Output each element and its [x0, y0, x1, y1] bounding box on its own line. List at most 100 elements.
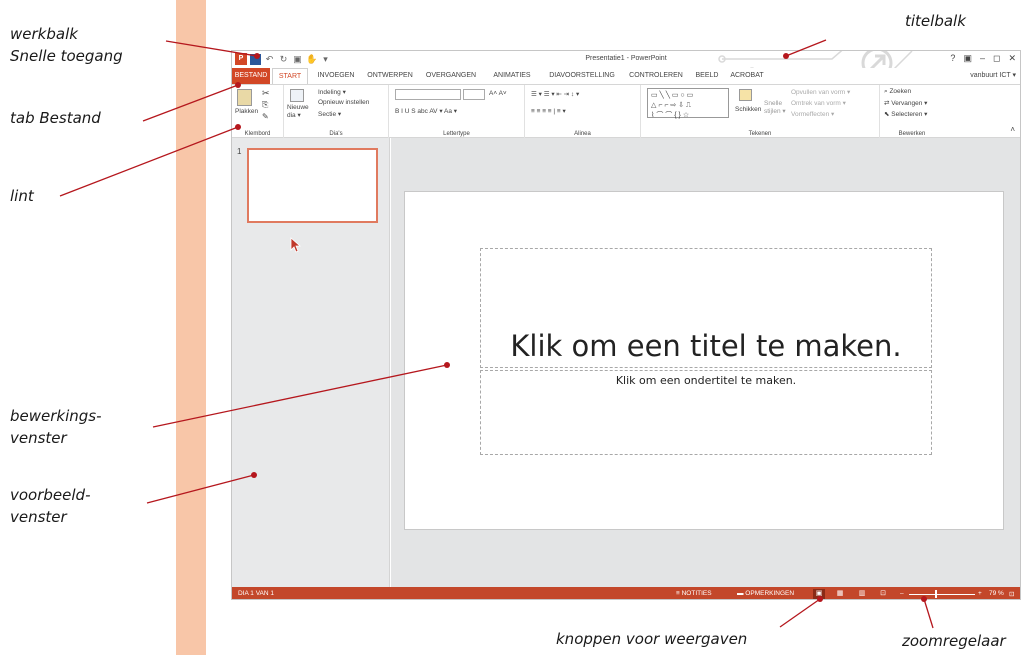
title-placeholder-text: Klik om een titel te maken. — [510, 329, 902, 363]
group-label-alinea: Alinea — [574, 131, 591, 137]
group-label-klembord: Klembord — [244, 131, 271, 137]
marker-werkbalk — [254, 53, 260, 59]
zoeken-button[interactable]: ⌕ Zoeken — [884, 88, 911, 96]
title-placeholder[interactable]: Klik om een titel te maken. — [480, 248, 932, 368]
shapes-gallery[interactable]: ▭ ╲ ╲ ▭ ○ ▭ △ ⌐ ⌐ ⇨ ⇩ ⎍ ⌇ ⌒ ⌒ { } ☆ — [647, 88, 729, 119]
group-label-tekenen: Tekenen — [748, 131, 772, 137]
label-bewerkingsvenster: bewerkings- venster — [10, 407, 102, 447]
tab-diavoorstelling[interactable]: DIAVOORSTELLING — [543, 68, 621, 84]
tab-start[interactable]: START — [272, 68, 308, 84]
label-voorbeeldvenster: voorbeeld- venster — [10, 486, 91, 526]
zoom-level[interactable]: 79 % — [989, 590, 1004, 597]
label-knoppen: knoppen voor weergaven — [556, 630, 748, 648]
window-controls: ? ▣ – ◻ ✕ — [950, 53, 1016, 64]
opnieuw-instellen-button[interactable]: Opnieuw instellen — [318, 99, 369, 106]
slide-number: 1 — [237, 147, 242, 156]
group-lettertype: A˄ A˅ B I U S abc AV ▾ Aa ▾ Lettertype — [389, 85, 525, 138]
zoom-in-icon[interactable]: + — [978, 590, 982, 597]
align-icons[interactable]: ≡ ≡ ≡ ≡ | ≡ ▾ — [531, 107, 566, 115]
new-slide-icon[interactable] — [290, 89, 304, 102]
format-painter-icon[interactable]: ✎ — [262, 112, 269, 121]
ribbon-display-icon[interactable]: ▣ — [963, 53, 972, 64]
slide-sorter-view-icon[interactable]: ▦ — [834, 589, 846, 599]
label-zoomregelaar: zoomregelaar — [902, 632, 1006, 650]
marker-bewerkingsvenster — [444, 362, 450, 368]
minimize-icon[interactable]: – — [980, 53, 985, 64]
tab-controleren[interactable]: CONTROLEREN — [624, 68, 688, 84]
vervangen-label: Vervangen ▾ — [891, 100, 928, 107]
marker-titelbalk — [783, 53, 789, 59]
zoom-slider[interactable] — [909, 594, 975, 595]
font-format-buttons[interactable]: B I U S abc AV ▾ Aa ▾ — [395, 107, 457, 115]
fit-to-window-icon[interactable]: ⊡ — [1009, 590, 1014, 598]
subtitle-placeholder[interactable]: Klik om een ondertitel te maken. — [480, 370, 932, 455]
paste-icon[interactable] — [237, 89, 252, 106]
label-lint: lint — [10, 187, 34, 205]
sectie-button[interactable]: Sectie ▾ — [318, 110, 341, 118]
selecteren-label: Selecteren ▾ — [891, 111, 928, 118]
status-bar: DIA 1 VAN 1 ≡ NOTITIES ▬ OPMERKINGEN ▣ ▦… — [232, 587, 1020, 599]
ribbon: Plakken ✂ ⎘ ✎ Klembord Nieuwe dia ▾ Inde… — [232, 84, 1020, 138]
ribbon-tabs: BESTAND START INVOEGEN ONTWERPEN OVERGAN… — [232, 68, 1020, 84]
selecteren-button[interactable]: ⬉ Selecteren ▾ — [884, 110, 927, 118]
indeling-button[interactable]: Indeling ▾ — [318, 88, 346, 96]
group-tekenen: ▭ ╲ ╲ ▭ ○ ▭ △ ⌐ ⌐ ⇨ ⇩ ⎍ ⌇ ⌒ ⌒ { } ☆ Schi… — [641, 85, 880, 138]
list-bullets-icon[interactable]: ☰ ▾ ☰ ▾ ⇤ ⇥ ↕ ▾ — [531, 90, 579, 98]
mouse-cursor-icon — [290, 237, 302, 253]
group-klembord: Plakken ✂ ⎘ ✎ Klembord — [232, 85, 284, 138]
close-icon[interactable]: ✕ — [1008, 53, 1016, 64]
account-name[interactable]: vanbuurt ICT ▾ — [970, 71, 1016, 79]
slide-info: DIA 1 VAN 1 — [238, 590, 275, 597]
title-bar: P ↶ ↻ ▣ ✋ ▾ Presentatie1 - PowerPoint ? … — [232, 51, 1020, 87]
zoom-slider-thumb[interactable] — [935, 590, 937, 598]
reading-view-icon[interactable]: ▥ — [856, 589, 868, 599]
font-name-input[interactable] — [395, 89, 461, 100]
omtrek-button[interactable]: Omtrek van vorm ▾ — [791, 99, 846, 107]
tab-animaties[interactable]: ANIMATIES — [486, 68, 538, 84]
zoom-out-icon[interactable]: – — [900, 590, 904, 597]
arrange-icon[interactable] — [739, 89, 752, 101]
vormeffecten-button[interactable]: Vormeffecten ▾ — [791, 110, 834, 118]
label-tab-bestand: tab Bestand — [10, 109, 101, 127]
plakken-button[interactable]: Plakken — [235, 108, 258, 115]
marker-zoomregelaar — [921, 596, 927, 602]
tab-invoegen[interactable]: INVOEGEN — [311, 68, 361, 84]
tab-acrobat[interactable]: ACROBAT — [726, 68, 768, 84]
schikken-button[interactable]: Schikken — [735, 106, 761, 113]
group-label-bewerken: Bewerken — [898, 131, 926, 137]
opvullen-button[interactable]: Opvullen van vorm ▾ — [791, 88, 850, 96]
tab-beeld[interactable]: BEELD — [690, 68, 724, 84]
maximize-icon[interactable]: ◻ — [993, 53, 1000, 64]
powerpoint-window: P ↶ ↻ ▣ ✋ ▾ Presentatie1 - PowerPoint ? … — [231, 50, 1021, 600]
copy-icon[interactable]: ⎘ — [262, 100, 268, 110]
collapse-ribbon-icon[interactable]: ˄ — [1010, 125, 1015, 134]
font-size-input[interactable] — [463, 89, 485, 100]
tab-ontwerpen[interactable]: ONTWERPEN — [363, 68, 417, 84]
label-werkbalk: werkbalk Snelle toegang — [10, 25, 123, 65]
zoeken-label: Zoeken — [889, 88, 912, 95]
marker-lint — [235, 124, 241, 130]
slide-canvas[interactable]: Klik om een titel te maken. Klik om een … — [404, 191, 1004, 530]
group-label-lettertype: Lettertype — [443, 131, 470, 137]
snelle-stijlen-button[interactable]: Snelle stijlen ▾ — [764, 100, 786, 115]
comments-button[interactable]: ▬ OPMERKINGEN — [737, 590, 794, 597]
slide-thumbnail[interactable] — [247, 148, 378, 223]
marker-voorbeeldvenster — [251, 472, 257, 478]
marker-tab-bestand — [235, 82, 241, 88]
grow-shrink-font-icon[interactable]: A˄ A˅ — [489, 90, 507, 97]
group-dias: Nieuwe dia ▾ Indeling ▾ Opnieuw instelle… — [284, 85, 389, 138]
subtitle-placeholder-text: Klik om een ondertitel te maken. — [615, 374, 797, 387]
group-bewerken: ⌕ Zoeken ⇄ Vervangen ▾ ⬉ Selecteren ▾ Be… — [880, 85, 944, 138]
slideshow-view-icon[interactable]: ⊡ — [877, 589, 889, 599]
editing-pane[interactable]: Klik om een titel te maken. Klik om een … — [391, 138, 1020, 587]
group-alinea: ☰ ▾ ☰ ▾ ⇤ ⇥ ↕ ▾ ≡ ≡ ≡ ≡ | ≡ ▾ Alinea — [525, 85, 641, 138]
thumbnail-pane[interactable]: 1 — [232, 138, 390, 587]
vervangen-button[interactable]: ⇄ Vervangen ▾ — [884, 99, 927, 107]
nieuwe-dia-button[interactable]: Nieuwe dia ▾ — [287, 104, 309, 119]
notes-button[interactable]: ≡ NOTITIES — [676, 590, 712, 597]
help-icon[interactable]: ? — [950, 53, 955, 64]
cut-icon[interactable]: ✂ — [262, 88, 270, 99]
tab-overgangen[interactable]: OVERGANGEN — [422, 68, 480, 84]
group-label-dias: Dia's — [329, 131, 343, 137]
label-titelbalk: titelbalk — [905, 12, 966, 30]
